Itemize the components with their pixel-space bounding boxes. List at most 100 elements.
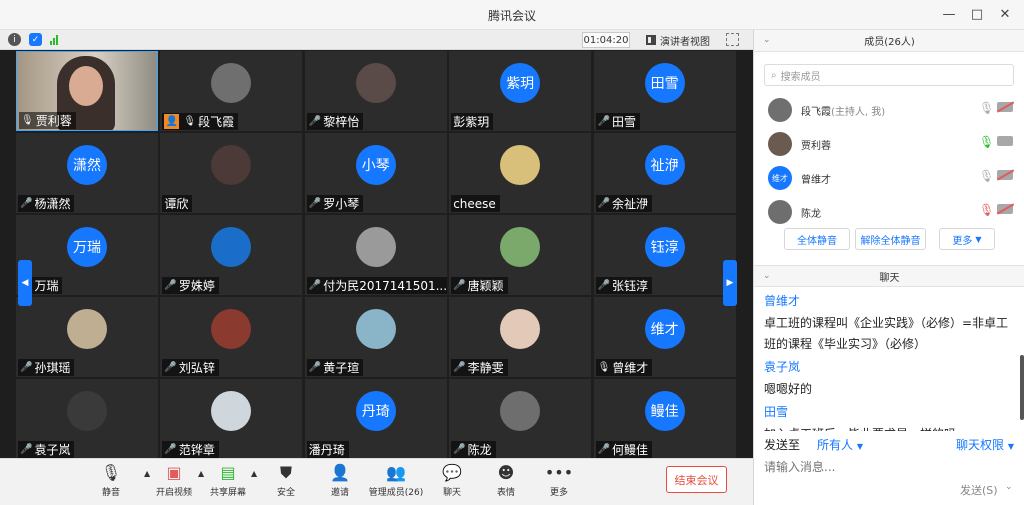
microphone-icon: 🎙: [597, 362, 611, 373]
chat-input[interactable]: [764, 457, 1014, 477]
participant-tile[interactable]: 钰淳 🎤 张钰淳: [593, 215, 736, 295]
member-name-text: 陈龙: [801, 209, 821, 220]
participant-tile[interactable]: 丹琦 潘丹琦: [304, 379, 447, 459]
member-row[interactable]: 维才 曾维才 🎙: [754, 162, 1024, 194]
participant-tile[interactable]: 🎤 黎梓怡: [304, 51, 447, 131]
member-camera-icon[interactable]: [997, 170, 1013, 180]
end-meeting-button[interactable]: 结束会议: [666, 466, 727, 493]
members-more-label: 更多: [952, 235, 973, 247]
send-button[interactable]: 发送(S): [960, 482, 998, 498]
mic-muted-icon: 🎤: [597, 198, 611, 209]
mute-button[interactable]: 🎙 静音: [81, 464, 141, 499]
participant-avatar: 丹琦: [355, 391, 396, 431]
member-mic-icon[interactable]: 🎙: [979, 101, 994, 115]
chat-panel-header[interactable]: ⌄ 聊天: [754, 265, 1024, 287]
microphone-icon: 🎙: [183, 116, 197, 127]
mute-label: 静音: [101, 488, 120, 498]
member-camera-icon[interactable]: [997, 204, 1013, 214]
participant-tile[interactable]: cheese: [449, 133, 592, 213]
signal-icon[interactable]: [50, 34, 58, 45]
participant-tile[interactable]: 🎤 罗姝婷: [160, 215, 303, 295]
participant-tile[interactable]: 🎤 唐颖颖: [449, 215, 592, 295]
participant-tile[interactable]: 🎤 范铧章: [160, 379, 303, 459]
manage-members-button[interactable]: 👥 管理成员(26): [366, 464, 426, 499]
participant-tile[interactable]: 🎤 黄子瑄: [304, 297, 447, 377]
info-icon[interactable]: i: [8, 33, 21, 46]
participant-tile[interactable]: 祉洢 🎤 余祉洢: [593, 133, 736, 213]
security-button[interactable]: ⛊ 安全: [256, 464, 316, 499]
collapse-chevron-icon[interactable]: ⌄: [763, 35, 771, 45]
mic-muted-icon: 🎤: [308, 198, 322, 209]
maximize-button[interactable]: □: [966, 4, 988, 24]
member-camera-icon[interactable]: [997, 102, 1013, 112]
shield-icon[interactable]: ✓: [29, 33, 42, 46]
participant-name: 曾维才: [612, 361, 649, 375]
participant-tile[interactable]: 田雪 🎤 田雪: [593, 51, 736, 131]
participant-tile[interactable]: 🎤 李静雯: [449, 297, 592, 377]
chat-button[interactable]: 💬 聊天: [422, 464, 482, 499]
more-dots-icon: •••: [544, 463, 574, 482]
collapse-chevron-icon[interactable]: ⌄: [763, 271, 771, 281]
member-camera-icon[interactable]: [997, 136, 1013, 146]
member-row[interactable]: 贾利蓉 🎙: [754, 128, 1024, 160]
participant-tile[interactable]: 谭欣: [160, 133, 303, 213]
member-mic-icon[interactable]: 🎙: [979, 135, 994, 149]
participant-name-tag: 🎤 田雪: [595, 113, 641, 130]
participant-tile[interactable]: 万瑞🎤万瑞: [16, 215, 158, 295]
chevron-down-icon: ▼: [856, 442, 863, 451]
participant-tile[interactable]: 🎤 付为民2017141501...: [304, 215, 447, 295]
participant-avatar: 鳗佳: [644, 391, 685, 431]
mic-muted-icon: 🎤: [164, 444, 177, 455]
share-screen-button[interactable]: ▤ 共享屏幕: [198, 464, 258, 499]
mic-muted-icon: 🎤: [308, 116, 322, 127]
participant-tile[interactable]: 🎙 贾利蓉: [16, 51, 158, 131]
mic-muted-icon: 🎤: [20, 362, 33, 373]
unmute-all-button[interactable]: 解除全体静音: [855, 228, 926, 250]
member-row[interactable]: 陈龙 🎙: [754, 196, 1024, 228]
minimize-button[interactable]: —: [938, 4, 960, 24]
mic-muted-icon: 🎤: [597, 444, 611, 455]
mic-muted-icon: 🎤: [308, 362, 322, 373]
participant-avatar: [67, 391, 107, 431]
participant-tile[interactable]: 🎤 孙琪瑶: [16, 297, 158, 377]
member-mic-icon[interactable]: 🎙: [979, 169, 994, 183]
prev-page-arrow[interactable]: ◀: [18, 260, 32, 306]
member-row[interactable]: 段飞霞(主持人, 我) 🎙: [754, 94, 1024, 126]
emoji-button[interactable]: ☻ 表情: [476, 464, 536, 499]
speaker-view-toggle[interactable]: 演讲者视图: [646, 32, 710, 48]
participant-tile[interactable]: 🎤 刘弘锌: [160, 297, 303, 377]
participant-avatar: [500, 391, 541, 431]
participant-tile[interactable]: 🎤 袁子岚: [16, 379, 158, 459]
member-search[interactable]: ⌕ 搜索成员: [764, 64, 1014, 86]
invite-button[interactable]: 👤 邀请: [310, 464, 370, 499]
chat-message: 卓工班的课程叫《企业实践》（必修）=非卓工班的课程《毕业实习》（必修）: [764, 316, 1009, 351]
participant-tile[interactable]: 🎤 陈龙: [449, 379, 592, 459]
participant-name: 范铧章: [178, 443, 215, 457]
member-actions: 全体静音 解除全体静音 更多 ▼: [754, 228, 1024, 252]
participant-tile[interactable]: 鳗佳 🎤 何鳗佳: [593, 379, 736, 459]
participant-tile[interactable]: 潇然 🎤 杨潇然: [16, 133, 158, 213]
more-button[interactable]: ••• 更多: [529, 463, 589, 499]
chat-permission-dropdown[interactable]: 聊天权限 ▼: [956, 436, 1014, 453]
chat-sender: 曾维才: [764, 294, 801, 308]
mute-all-button[interactable]: 全体静音: [784, 228, 850, 250]
send-to-dropdown[interactable]: 所有人 ▼: [817, 436, 863, 453]
invite-label: 邀请: [330, 488, 349, 498]
next-page-arrow[interactable]: ▶: [723, 260, 737, 306]
chat-scrollbar[interactable]: [1020, 355, 1024, 420]
participant-tile[interactable]: 👤 🎙 段飞霞: [160, 51, 303, 131]
participant-tile[interactable]: 紫玥 彭紫玥: [449, 51, 592, 131]
participant-name-tag: 🎤 罗姝婷: [162, 277, 219, 294]
participant-tile[interactable]: 小琴 🎤 罗小琴: [304, 133, 447, 213]
participant-tile[interactable]: 维才 🎙 曾维才: [593, 297, 736, 377]
members-more-button[interactable]: 更多 ▼: [939, 228, 995, 250]
participant-name: 付为民2017141501...: [323, 279, 447, 293]
member-mic-icon[interactable]: 🎙: [979, 203, 994, 217]
close-button[interactable]: ✕: [994, 4, 1016, 24]
fullscreen-icon[interactable]: [726, 33, 739, 46]
members-panel-header[interactable]: ⌄ 成员(26人): [754, 30, 1024, 52]
chat-label: 聊天: [442, 488, 461, 498]
start-video-button[interactable]: ▣ 开启视频: [144, 464, 204, 499]
send-options-caret[interactable]: ⌄: [1005, 482, 1013, 492]
participant-name: 李静雯: [467, 361, 504, 375]
